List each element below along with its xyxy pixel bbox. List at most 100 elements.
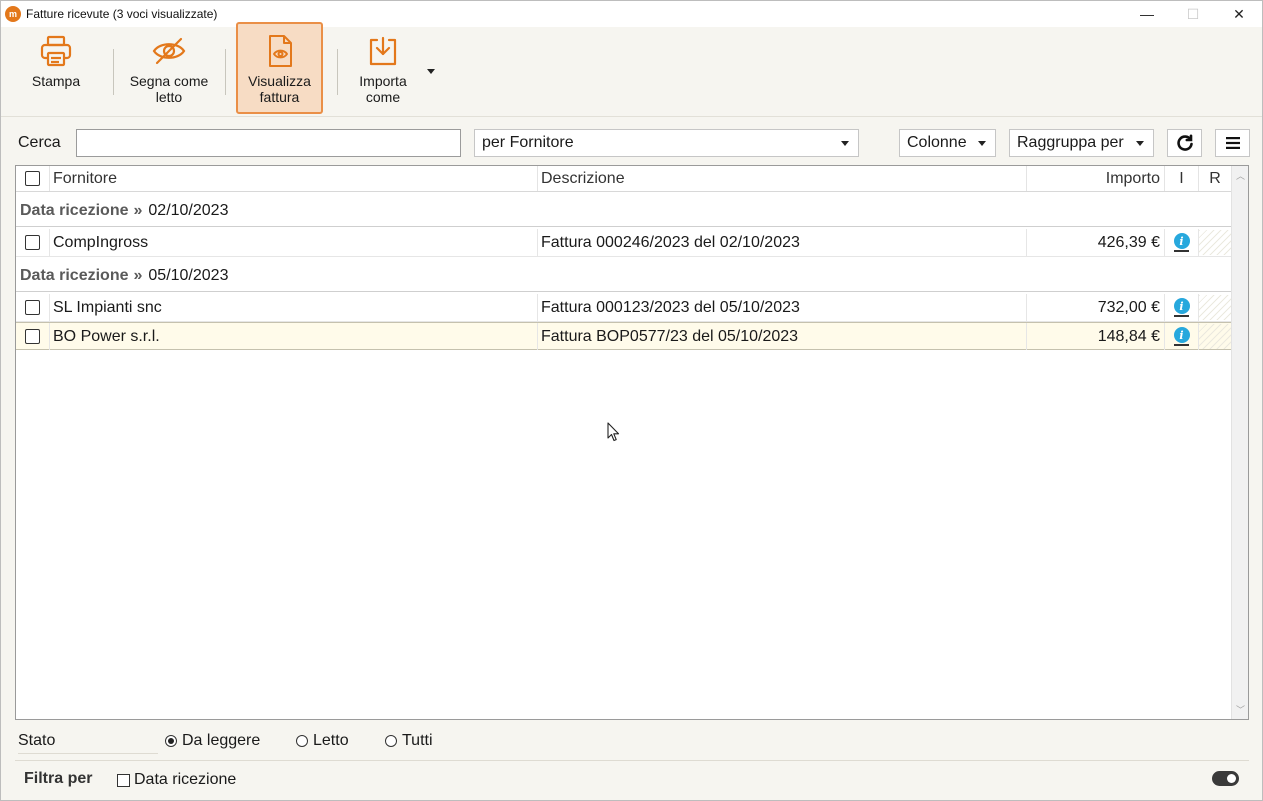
radio-letto[interactable]: Letto: [296, 732, 349, 750]
radio-da-leggere[interactable]: Da leggere: [165, 732, 260, 750]
filter-toggle-switch[interactable]: [1212, 771, 1239, 786]
info-button[interactable]: i: [1173, 233, 1190, 252]
chevron-down-icon: [841, 141, 849, 146]
search-scope-value: per Fornitore: [482, 134, 574, 151]
eye-off-icon: [151, 33, 187, 69]
import-as-label-line2: come: [365, 89, 401, 105]
checkbox-box: [117, 773, 130, 787]
scroll-down-icon[interactable]: ﹀: [1236, 703, 1245, 716]
row-checkbox[interactable]: [25, 235, 40, 250]
document-view-icon: [266, 33, 294, 69]
cell-r-disabled: [1199, 295, 1231, 320]
info-button[interactable]: i: [1173, 327, 1190, 346]
row-checkbox-cell: [16, 323, 50, 350]
import-download-icon: [367, 33, 399, 69]
window-controls: — ☐ ✕: [1124, 1, 1262, 27]
group-value: 02/10/2023: [148, 202, 229, 219]
columns-dropdown[interactable]: Colonne: [899, 129, 996, 157]
filter-by-label: Filtra per: [24, 770, 93, 787]
scroll-up-icon[interactable]: ︿: [1236, 169, 1245, 182]
column-header-importo-label: Importo: [1105, 169, 1160, 187]
group-key: Data ricezione: [20, 202, 129, 219]
radio-tutti[interactable]: Tutti: [385, 732, 433, 750]
cell-descrizione: Fattura 000123/2023 del 05/10/2023: [538, 294, 1027, 321]
row-checkbox-cell: [16, 229, 50, 256]
row-checkbox[interactable]: [25, 329, 40, 344]
chevron-down-icon: [1136, 141, 1144, 146]
column-header-descrizione[interactable]: Descrizione: [538, 166, 1027, 191]
refresh-icon: [1176, 134, 1193, 151]
toggle-knob: [1227, 774, 1236, 783]
cell-info: i: [1165, 323, 1199, 350]
column-header-importo[interactable]: Importo: [1027, 166, 1165, 191]
radio-tutti-label: Tutti: [402, 732, 433, 749]
cell-importo: 732,00 €: [1027, 294, 1165, 321]
filter-date-checkbox-label: Data ricezione: [134, 771, 237, 788]
cell-fornitore: CompIngross: [50, 229, 538, 256]
column-header-r[interactable]: R: [1199, 166, 1231, 191]
radio-da-leggere-label: Da leggere: [182, 732, 261, 749]
select-all-checkbox[interactable]: [25, 171, 40, 186]
print-button[interactable]: Stampa: [15, 27, 97, 113]
view-invoice-button[interactable]: Visualizza fattura: [236, 22, 323, 114]
column-header-i-label: I: [1179, 169, 1184, 187]
table-row[interactable]: CompIngross Fattura 000246/2023 del 02/1…: [16, 229, 1231, 257]
cell-r-disabled: [1199, 324, 1231, 349]
search-scope-select[interactable]: per Fornitore: [474, 129, 859, 157]
divider: [15, 760, 1249, 761]
toolbar-separator: [225, 49, 226, 95]
refresh-button[interactable]: [1167, 129, 1202, 157]
chevron-down-icon: [978, 141, 986, 146]
info-icon: i: [1173, 298, 1190, 314]
view-invoice-label-line1: Visualizza: [248, 73, 311, 89]
cell-info: i: [1165, 229, 1199, 256]
printer-icon: [39, 33, 73, 69]
row-checkbox[interactable]: [25, 300, 40, 315]
mouse-cursor-icon: [607, 422, 620, 442]
import-dropdown-arrow-icon[interactable]: [427, 69, 435, 74]
view-invoice-label-line2: fattura: [259, 89, 300, 105]
app-logo-icon: m: [5, 6, 21, 22]
radio-circle-selected: [165, 735, 177, 747]
info-underline: [1174, 315, 1189, 317]
toolbar-separator: [337, 49, 338, 95]
column-header-fornitore[interactable]: Fornitore: [50, 166, 538, 191]
close-button[interactable]: ✕: [1216, 1, 1262, 27]
print-label: Stampa: [31, 73, 81, 89]
group-by-dropdown[interactable]: Raggruppa per: [1009, 129, 1154, 157]
info-underline: [1174, 250, 1189, 252]
table-row[interactable]: SL Impianti snc Fattura 000123/2023 del …: [16, 294, 1231, 322]
group-separator: »: [133, 202, 143, 219]
column-header-r-label: R: [1209, 169, 1221, 187]
cell-info: i: [1165, 294, 1199, 321]
cell-fornitore: SL Impianti snc: [50, 294, 538, 321]
cell-importo: 148,84 €: [1027, 323, 1165, 350]
info-icon: i: [1173, 233, 1190, 249]
mark-as-read-button[interactable]: Segna come letto: [123, 27, 215, 113]
column-header-descrizione-label: Descrizione: [541, 169, 625, 187]
maximize-button[interactable]: ☐: [1170, 1, 1216, 27]
divider: [18, 753, 158, 754]
cell-importo: 426,39 €: [1027, 229, 1165, 256]
minimize-button[interactable]: —: [1124, 1, 1170, 27]
group-separator: »: [133, 267, 143, 284]
import-as-button[interactable]: Importa come: [347, 27, 419, 113]
menu-button[interactable]: [1215, 129, 1250, 157]
grid-header: Fornitore Descrizione Importo I R: [16, 166, 1231, 192]
group-header-row[interactable]: Data ricezione » 05/10/2023: [16, 258, 1231, 292]
group-by-label: Raggruppa per: [1017, 134, 1124, 151]
info-button[interactable]: i: [1173, 298, 1190, 317]
search-input[interactable]: [76, 129, 461, 157]
column-header-i[interactable]: I: [1165, 166, 1199, 191]
title-bar: m Fatture ricevute (3 voci visualizzate)…: [1, 1, 1262, 27]
mark-as-read-label: Segna come letto: [130, 73, 209, 105]
import-as-label: Importa come: [359, 73, 406, 105]
group-header-row[interactable]: Data ricezione » 02/10/2023: [16, 193, 1231, 227]
view-invoice-label: Visualizza fattura: [248, 73, 311, 105]
status-filter-label: Stato: [18, 732, 56, 749]
radio-circle: [296, 735, 308, 747]
vertical-scrollbar[interactable]: ︿ ﹀: [1231, 166, 1248, 719]
table-row-hovered[interactable]: BO Power s.r.l. Fattura BOP0577/23 del 0…: [16, 322, 1231, 350]
filter-date-checkbox[interactable]: Data ricezione: [117, 771, 236, 789]
columns-label: Colonne: [907, 134, 967, 151]
